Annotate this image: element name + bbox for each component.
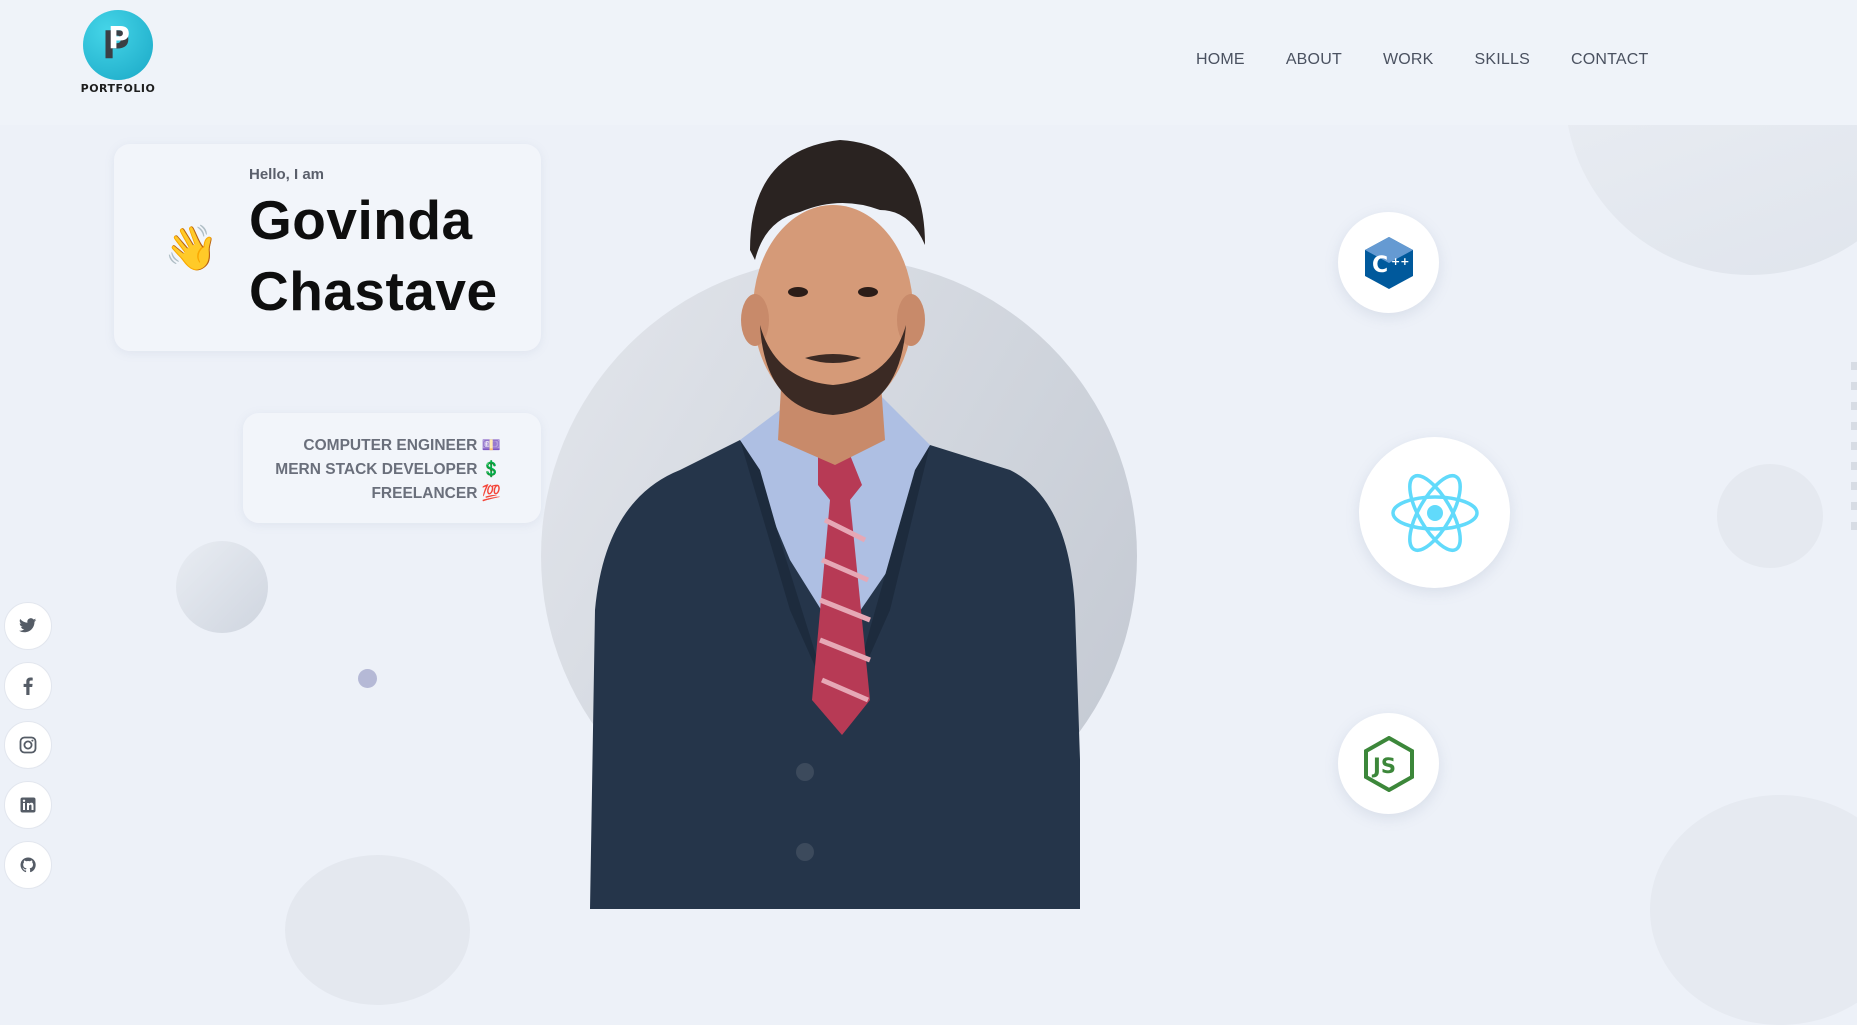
waving-hand-icon: 👋 <box>164 224 219 273</box>
react-icon <box>1359 437 1510 588</box>
decor-dots-right-edge <box>1851 362 1857 542</box>
role-item: FREELANCER 💯 <box>371 485 501 502</box>
decor-circle-bottom-right <box>1650 795 1857 1025</box>
decor-circle-right <box>1717 464 1823 568</box>
cpp-icon: C ++ <box>1338 212 1439 313</box>
greeting-text: Hello, I am <box>249 166 325 183</box>
svg-text:++: ++ <box>1391 255 1409 268</box>
nodejs-icon: JS <box>1338 713 1439 814</box>
instagram-icon[interactable] <box>4 721 52 769</box>
decor-circle-bottom-left <box>285 855 470 1005</box>
logo-text: PORTFOLIO <box>80 82 156 95</box>
nav-contact[interactable]: CONTACT <box>1571 51 1649 69</box>
profile-photo <box>590 140 1080 909</box>
role-item: COMPUTER ENGINEER 💷 <box>303 437 501 454</box>
intro-card: 👋 Hello, I am Govinda Chastave <box>114 144 541 351</box>
decor-dot <box>358 669 377 688</box>
nav-work[interactable]: WORK <box>1383 51 1434 69</box>
main-nav: HOME ABOUT WORK SKILLS CONTACT <box>1196 51 1649 69</box>
roles-card: COMPUTER ENGINEER 💷 MERN STACK DEVELOPER… <box>243 413 541 523</box>
facebook-icon[interactable] <box>4 662 52 710</box>
decor-circle-left <box>176 541 268 633</box>
portfolio-logo[interactable]: P P PORTFOLIO <box>78 10 158 105</box>
nav-about[interactable]: ABOUT <box>1286 51 1342 69</box>
twitter-icon[interactable] <box>4 602 52 650</box>
name-last: Chastave <box>249 260 498 322</box>
nav-home[interactable]: HOME <box>1196 51 1245 69</box>
site-header: P P PORTFOLIO HOME ABOUT WORK SKILLS CON… <box>0 0 1857 125</box>
portfolio-logo-icon: P P <box>83 10 153 80</box>
linkedin-icon[interactable] <box>4 781 52 829</box>
svg-text:C: C <box>1372 253 1388 278</box>
name-first: Govinda <box>249 189 473 251</box>
nav-skills[interactable]: SKILLS <box>1475 51 1530 69</box>
svg-text:JS: JS <box>1371 754 1396 778</box>
role-item: MERN STACK DEVELOPER 💲 <box>275 461 501 478</box>
github-icon[interactable] <box>4 841 52 889</box>
